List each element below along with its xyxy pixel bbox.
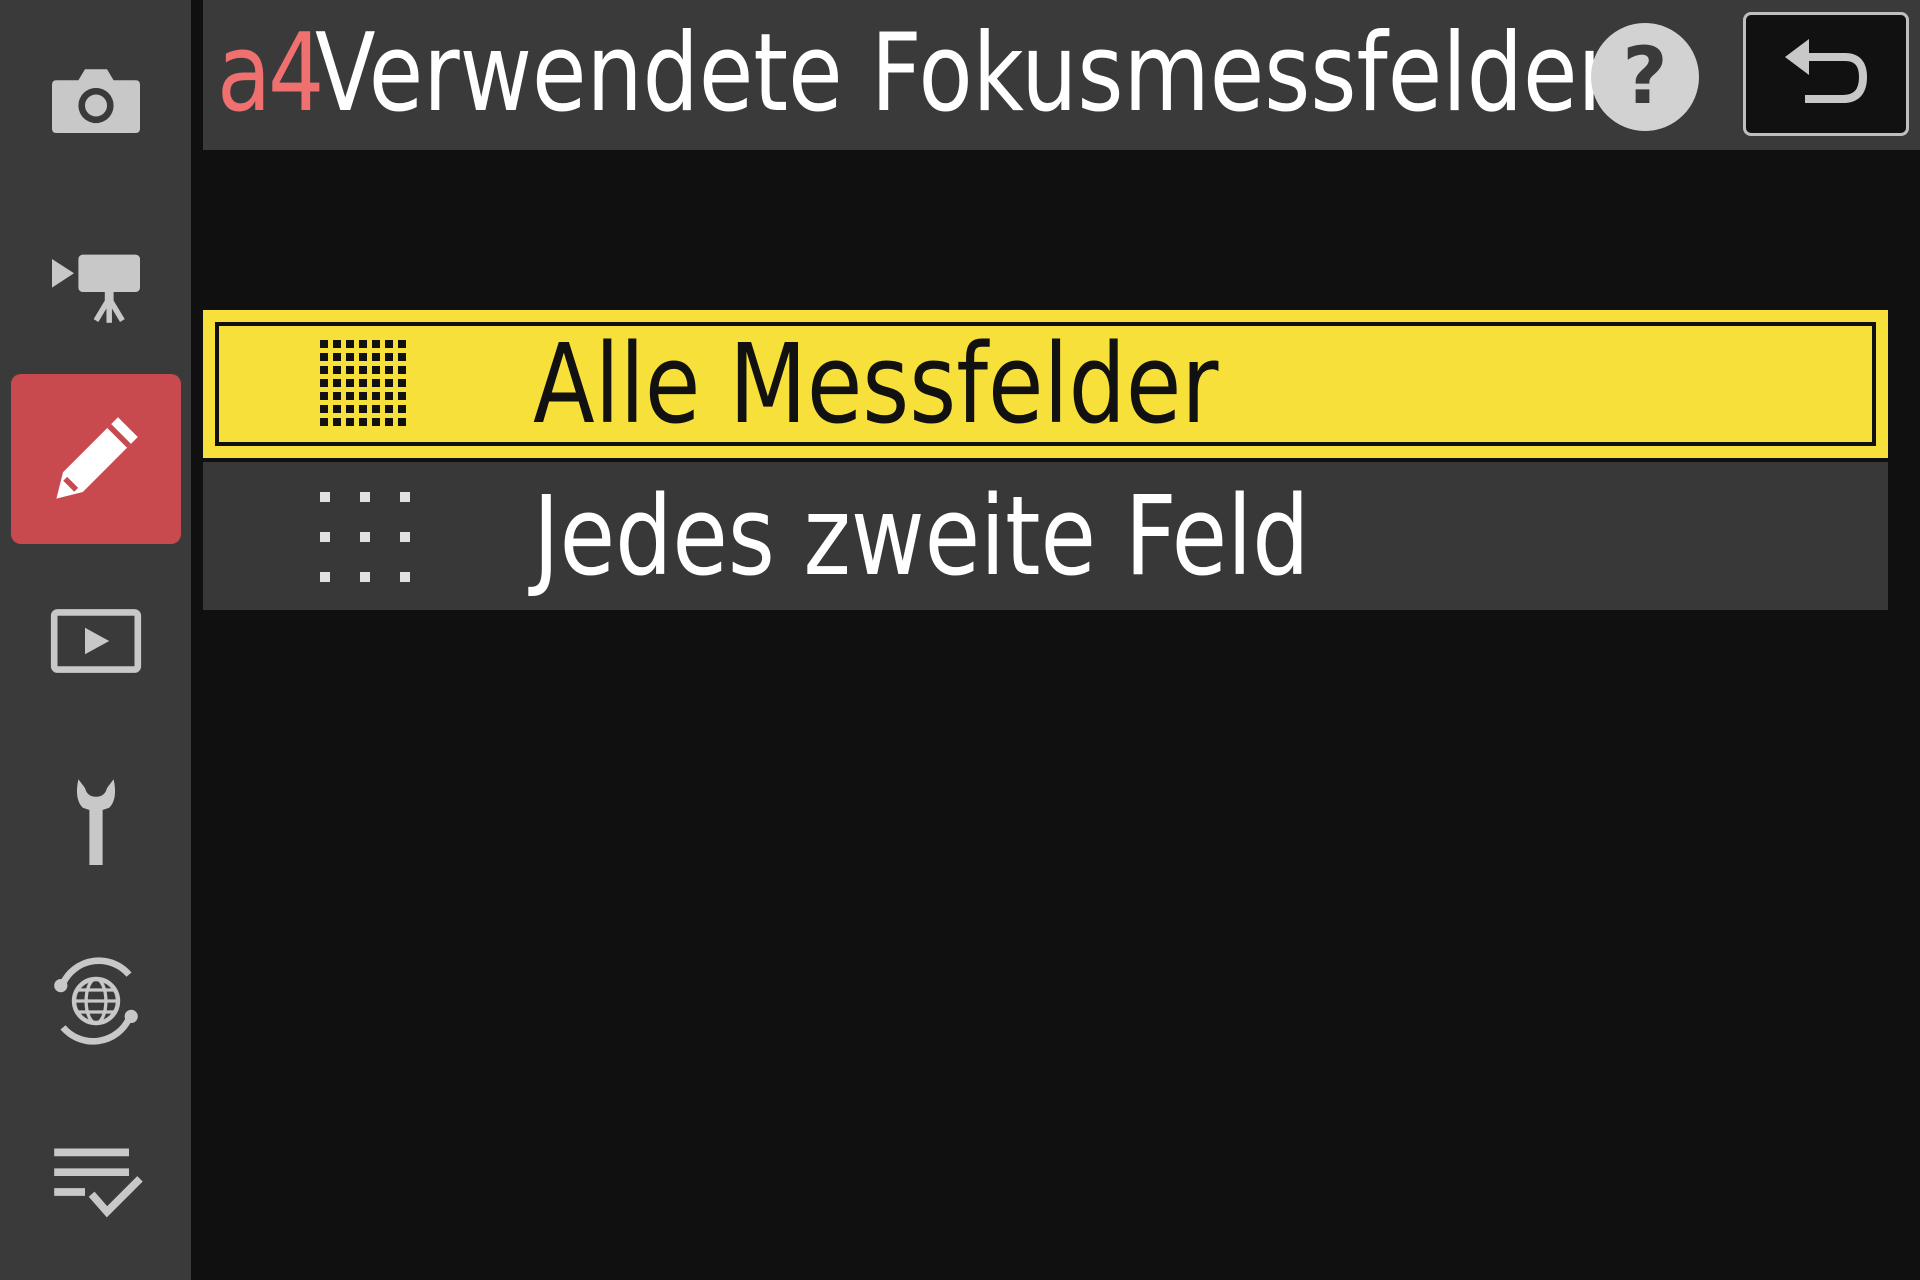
network-globe-icon: [54, 957, 138, 1045]
option-every-other-point[interactable]: Jedes zweite Feld: [203, 462, 1888, 610]
menu-item-code: a4: [217, 11, 324, 136]
tab-my-menu[interactable]: [11, 1096, 181, 1266]
playback-icon: [50, 609, 142, 673]
question-mark-icon: ?: [1622, 32, 1668, 122]
help-button[interactable]: ?: [1591, 23, 1699, 131]
movie-camera-icon: [52, 254, 140, 323]
camera-icon: [52, 69, 140, 133]
dense-grid-icon: [320, 340, 406, 426]
sparse-grid-icon: [320, 492, 410, 582]
option-all-points[interactable]: Alle Messfelder: [203, 310, 1888, 458]
tab-network[interactable]: [11, 916, 181, 1086]
option-label: Jedes zweite Feld: [533, 472, 1310, 600]
pencil-icon: [56, 417, 138, 499]
menu-sidebar: [0, 0, 191, 1280]
tab-playback[interactable]: [11, 556, 181, 726]
page-title: Verwendete Fokusmessfelder: [315, 11, 1614, 136]
tab-custom-settings[interactable]: [11, 374, 181, 544]
wrench-icon: [76, 779, 116, 865]
back-button[interactable]: [1743, 12, 1909, 136]
tab-photo-shooting[interactable]: [11, 15, 181, 185]
tab-setup[interactable]: [11, 736, 181, 906]
menu-header: a4 Verwendete Fokusmessfelder ?: [203, 0, 1920, 150]
checklist-icon: [54, 1148, 143, 1218]
tab-movie-recording[interactable]: [11, 196, 181, 366]
return-arrow-icon: [1785, 39, 1868, 103]
option-label: Alle Messfelder: [533, 320, 1219, 448]
